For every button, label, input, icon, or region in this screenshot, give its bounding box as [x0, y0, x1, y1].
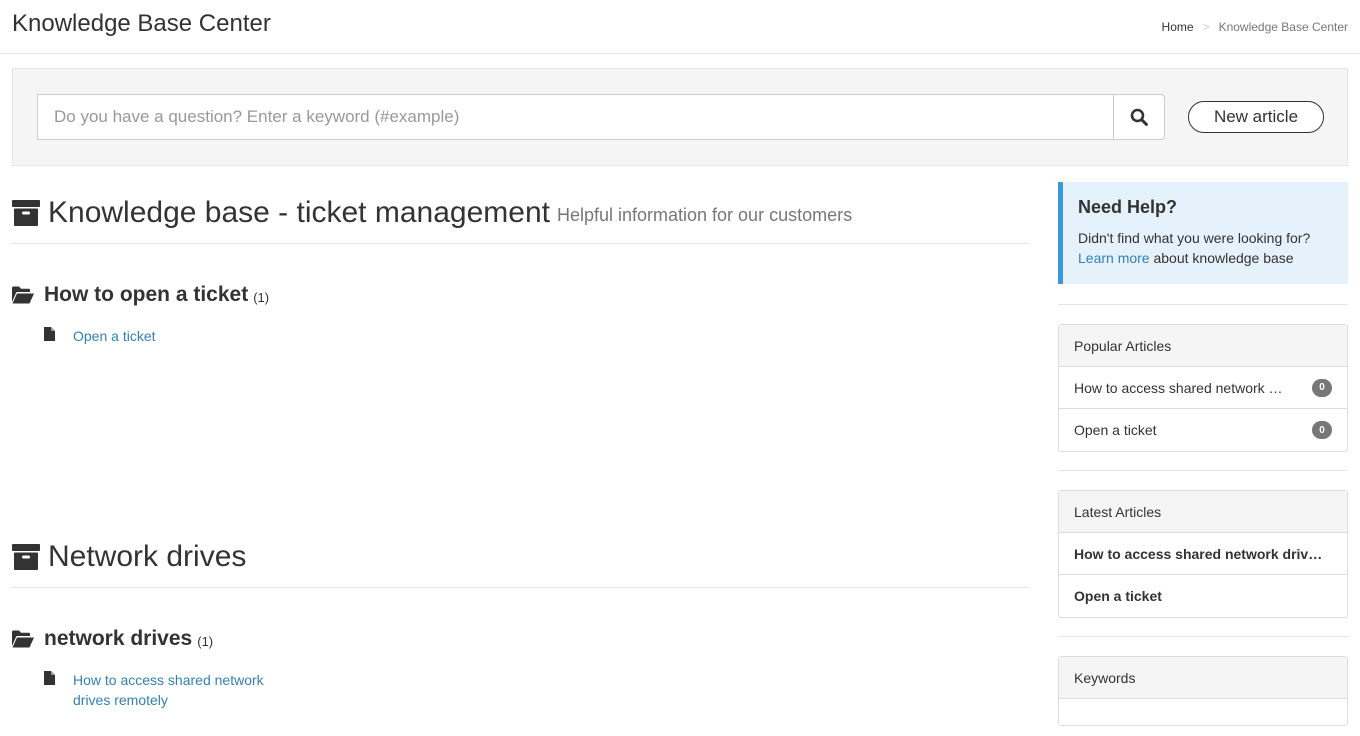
keywords-heading: Keywords	[1059, 657, 1347, 699]
help-text: Didn't find what you were looking for? L…	[1078, 228, 1333, 268]
popular-article-title: How to access shared network drives remo…	[1074, 379, 1286, 396]
latest-article-title: Open a ticket	[1074, 588, 1162, 604]
search-button[interactable]	[1113, 94, 1165, 140]
category-item: How to open a ticket (1)	[12, 283, 269, 307]
breadcrumb-separator: >	[1202, 20, 1210, 34]
category-item: network drives (1)	[12, 627, 213, 651]
article-item: How to access shared network drives remo…	[44, 670, 303, 710]
archive-icon	[12, 543, 40, 571]
knowledge-base-title[interactable]: Knowledge base - ticket management	[48, 196, 550, 230]
category-title[interactable]: How to open a ticket	[44, 283, 248, 307]
archive-icon	[12, 199, 40, 227]
article-item: Open a ticket	[44, 326, 303, 346]
view-count-badge: 0	[1312, 421, 1332, 439]
knowledge-base-header: Knowledge base - ticket management Helpf…	[12, 182, 1028, 244]
latest-article-title: How to access shared network drives remo…	[1074, 545, 1329, 562]
category-count: (1)	[197, 633, 214, 649]
breadcrumb-current: Knowledge Base Center	[1218, 20, 1348, 34]
keywords-panel: Keywords	[1058, 656, 1348, 726]
folder-open-icon	[12, 630, 34, 648]
breadcrumb-home-link[interactable]: Home	[1162, 20, 1194, 34]
breadcrumb: Home > Knowledge Base Center	[1162, 20, 1348, 34]
file-icon	[44, 327, 55, 341]
category-count: (1)	[253, 289, 270, 305]
latest-articles-heading: Latest Articles	[1059, 491, 1347, 533]
help-box: Need Help? Didn't find what you were loo…	[1058, 182, 1348, 284]
latest-article-item[interactable]: How to access shared network drives remo…	[1059, 533, 1347, 575]
popular-articles-panel: Popular Articles How to access shared ne…	[1058, 324, 1348, 452]
view-count-badge: 0	[1312, 378, 1332, 397]
sidebar-divider	[1058, 636, 1348, 637]
folder-open-icon	[12, 286, 34, 304]
popular-article-item[interactable]: Open a ticket 0	[1059, 409, 1347, 451]
knowledge-base-subtitle: Helpful information for our customers	[556, 205, 853, 225]
help-text-line: Didn't find what you were looking for?	[1078, 230, 1311, 246]
help-title: Need Help?	[1078, 197, 1178, 217]
help-text-suffix: about knowledge base	[1149, 250, 1294, 266]
sidebar-divider	[1058, 304, 1348, 305]
new-article-button[interactable]: New article	[1188, 101, 1324, 133]
knowledge-base-title[interactable]: Network drives	[48, 540, 246, 574]
keywords-list	[1059, 699, 1347, 725]
latest-article-item[interactable]: Open a ticket	[1059, 575, 1347, 617]
popular-article-item[interactable]: How to access shared network drives remo…	[1059, 367, 1347, 409]
article-link[interactable]: How to access shared network drives remo…	[73, 670, 303, 710]
popular-article-title: Open a ticket	[1074, 422, 1157, 438]
search-panel: New article	[12, 68, 1348, 166]
popular-articles-heading: Popular Articles	[1059, 325, 1347, 367]
category-title[interactable]: network drives	[44, 627, 192, 651]
sidebar-divider	[1058, 470, 1348, 471]
page-header: Knowledge Base Center Home > Knowledge B…	[0, 0, 1360, 54]
search-input[interactable]	[37, 94, 1113, 140]
learn-more-link[interactable]: Learn more	[1078, 250, 1150, 266]
knowledge-base-header: Network drives	[12, 526, 1028, 588]
file-icon	[44, 671, 55, 685]
page-title: Knowledge Base Center	[12, 10, 271, 37]
latest-articles-panel: Latest Articles How to access shared net…	[1058, 490, 1348, 618]
search-icon	[1130, 108, 1148, 126]
article-link[interactable]: Open a ticket	[73, 326, 303, 346]
